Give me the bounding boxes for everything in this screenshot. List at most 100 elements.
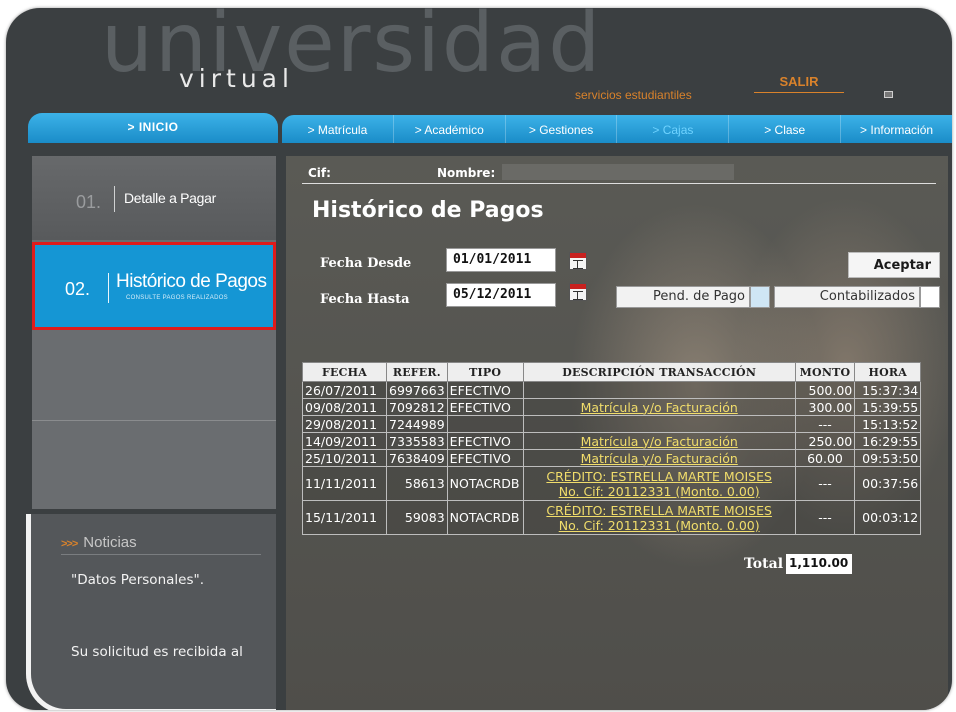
cell-descripcion <box>522 381 796 399</box>
cell-descripcion-link[interactable]: CRÉDITO: ESTRELLA MARTE MOISES No. Cif: … <box>522 500 796 535</box>
services-label: servicios estudiantiles <box>575 88 692 102</box>
cell-descripcion-link[interactable]: Matrícula y/o Facturación <box>522 449 796 467</box>
table-row: 14/09/2011 7335583 EFECTIVO Matrícula y/… <box>302 432 922 450</box>
calendar-icon[interactable] <box>569 252 587 270</box>
col-monto: Monto <box>794 362 856 382</box>
news-title: Noticias <box>83 534 137 551</box>
table-row: 26/07/2011 6997663 EFECTIVO 500.00 15:37… <box>302 381 922 399</box>
page-title: Histórico de Pagos <box>312 198 544 223</box>
nav-clase[interactable]: > Clase <box>729 115 842 143</box>
cell-monto: 250.00 <box>794 432 856 450</box>
table-row: 29/08/2011 7244989 --- 15:13:52 <box>302 415 922 433</box>
cell-hora: 15:39:55 <box>854 398 922 416</box>
step-number: 02. <box>65 279 91 299</box>
nav-matricula[interactable]: > Matrícula <box>282 115 394 143</box>
col-descripcion: Descripción Transacción <box>522 362 796 382</box>
triple-arrow-icon: >>> <box>61 538 78 550</box>
step-number: 01. <box>76 192 102 212</box>
cell-monto: 300.00 <box>794 398 856 416</box>
news-heading: >>> Noticias <box>61 534 137 551</box>
news-panel: >>> Noticias "Datos Personales". Su solic… <box>26 514 276 710</box>
cell-hora: 15:37:34 <box>854 381 922 399</box>
cell-monto: --- <box>794 500 856 535</box>
cell-fecha: 26/07/2011 <box>302 381 387 399</box>
col-fecha: Fecha <box>302 362 387 382</box>
nav-academico[interactable]: > Académico <box>394 115 506 143</box>
step-title: Detalle a Pagar <box>124 190 217 206</box>
cell-fecha: 29/08/2011 <box>302 415 387 433</box>
cell-tipo: NOTACRDB <box>446 500 524 535</box>
cell-fecha: 11/11/2011 <box>302 466 387 501</box>
cell-monto: 60.00 <box>794 449 856 467</box>
nav-cajas[interactable]: > Cajas <box>617 115 730 143</box>
cell-refer: 59083 <box>386 500 448 535</box>
descripcion-line-1: CRÉDITO: ESTRELLA MARTE MOISES <box>546 468 772 484</box>
nav-gestiones[interactable]: > Gestiones <box>506 115 618 143</box>
fecha-hasta-label: Fecha Hasta <box>320 292 410 307</box>
sidebar-divider <box>32 420 276 421</box>
sidebar-item-historico-de-pagos[interactable]: 02. Histórico de Pagos CONSULTE PAGOS RE… <box>32 242 276 330</box>
cell-fecha: 15/11/2011 <box>302 500 387 535</box>
cell-tipo: EFECTIVO <box>446 449 524 467</box>
cell-fecha: 25/10/2011 <box>302 449 387 467</box>
cell-tipo: NOTACRDB <box>446 466 524 501</box>
screen-icon[interactable] <box>884 91 893 98</box>
cell-descripcion-link[interactable]: Matrícula y/o Facturación <box>522 398 796 416</box>
fecha-hasta-input[interactable]: 05/12/2011 <box>446 283 556 307</box>
cell-refer: 7244989 <box>386 415 448 433</box>
fecha-desde-label: Fecha Desde <box>320 256 412 271</box>
legend-contabilizados: Contabilizados <box>774 286 920 308</box>
nav-informacion[interactable]: > Información <box>841 115 952 143</box>
cell-monto: 500.00 <box>794 381 856 399</box>
table-row: 15/11/2011 59083 NOTACRDB CRÉDITO: ESTRE… <box>302 500 922 535</box>
student-info-bar: Cif: Nombre: <box>302 162 936 184</box>
nombre-value <box>502 164 734 180</box>
cell-refer: 7092812 <box>386 398 448 416</box>
nombre-label: Nombre: <box>437 166 496 180</box>
cell-hora: 16:29:55 <box>854 432 922 450</box>
cell-refer: 7638409 <box>386 449 448 467</box>
cell-descripcion-link[interactable]: CRÉDITO: ESTRELLA MARTE MOISES No. Cif: … <box>522 466 796 501</box>
sidebar: 01. Detalle a Pagar 02. Histórico de Pag… <box>32 156 276 509</box>
table-header-row: Fecha Refer. Tipo Descripción Transacció… <box>302 362 922 382</box>
cell-tipo: EFECTIVO <box>446 432 524 450</box>
col-refer: Refer. <box>386 362 448 382</box>
aceptar-button[interactable]: Aceptar <box>848 252 940 278</box>
col-hora: Hora <box>854 362 922 382</box>
cell-hora: 15:13:52 <box>854 415 922 433</box>
cell-descripcion-link[interactable]: Matrícula y/o Facturación <box>522 432 796 450</box>
main-nav: > Matrícula > Académico > Gestiones > Ca… <box>282 115 952 143</box>
news-item[interactable]: Su solicitud es recibida al <box>71 644 243 660</box>
news-item[interactable]: "Datos Personales". <box>71 572 204 588</box>
cell-hora: 09:53:50 <box>854 449 922 467</box>
logo-universidad: universidad <box>101 8 603 91</box>
table-row: 25/10/2011 7638409 EFECTIVO Matrícula y/… <box>302 449 922 467</box>
cell-hora: 00:37:56 <box>854 466 922 501</box>
cell-hora: 00:03:12 <box>854 500 922 535</box>
main-panel: Cif: Nombre: Histórico de Pagos Fecha De… <box>286 156 948 710</box>
legend-contabilizados-swatch <box>920 286 940 308</box>
cell-tipo: EFECTIVO <box>446 381 524 399</box>
cell-fecha: 14/09/2011 <box>302 432 387 450</box>
table-row: 09/08/2011 7092812 EFECTIVO Matrícula y/… <box>302 398 922 416</box>
nav-home[interactable]: > INICIO <box>28 113 278 143</box>
cell-tipo: EFECTIVO <box>446 398 524 416</box>
step-divider <box>114 186 115 212</box>
cell-descripcion <box>522 415 796 433</box>
app-frame: universidad virtual servicios estudianti… <box>6 8 952 710</box>
table-row: 11/11/2011 58613 NOTACRDB CRÉDITO: ESTRE… <box>302 466 922 501</box>
total-value: 1,110.00 <box>786 554 852 574</box>
logout-link[interactable]: SALIR <box>754 74 844 93</box>
legend-pend-de-pago: Pend. de Pago <box>616 286 750 308</box>
sidebar-item-detalle-a-pagar[interactable]: 01. Detalle a Pagar <box>32 156 276 240</box>
step-divider <box>108 273 109 303</box>
descripcion-line-2: No. Cif: 20112331 (Monto. 0.00) <box>558 517 760 533</box>
descripcion-line-1: CRÉDITO: ESTRELLA MARTE MOISES <box>546 502 772 518</box>
descripcion-line-2: No. Cif: 20112331 (Monto. 0.00) <box>558 483 760 499</box>
news-divider <box>61 554 261 555</box>
payments-table: Fecha Refer. Tipo Descripción Transacció… <box>302 362 922 535</box>
logo-virtual: virtual <box>179 64 294 93</box>
calendar-icon[interactable] <box>569 283 587 301</box>
cell-monto: --- <box>794 466 856 501</box>
fecha-desde-input[interactable]: 01/01/2011 <box>446 248 556 272</box>
